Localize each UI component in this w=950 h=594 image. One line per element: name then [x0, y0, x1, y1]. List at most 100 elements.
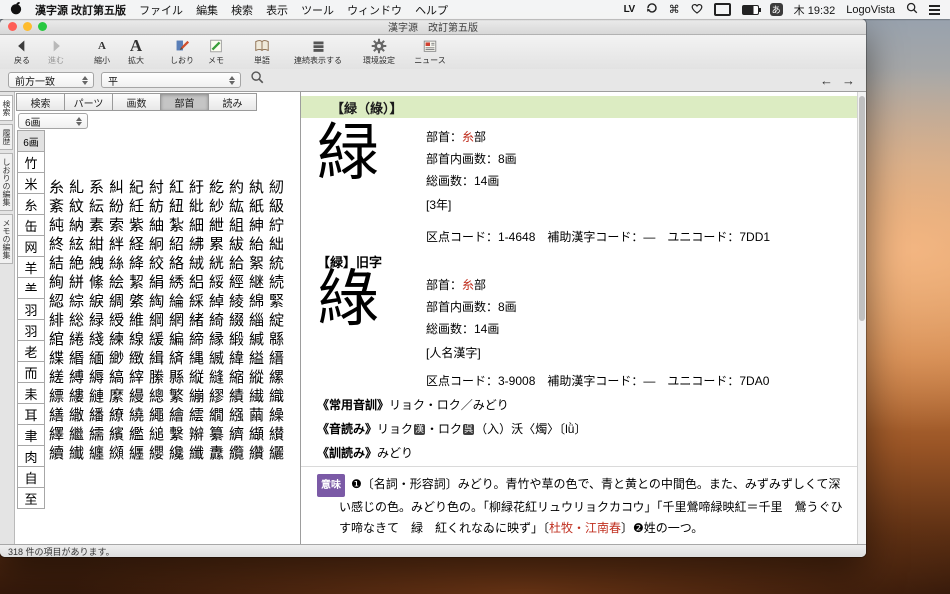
- word-button[interactable]: 単語: [246, 37, 278, 66]
- kanji-grid-row[interactable]: 綛綜綟綢綮綯綸綵綽綾綿緊: [49, 292, 299, 311]
- tab-kensaku[interactable]: 検索: [16, 93, 65, 111]
- kanji-grid-row[interactable]: 緋総緑綬維綱網緒綺綴緇綻: [49, 311, 299, 330]
- menu-item-file[interactable]: ファイル: [139, 2, 183, 18]
- joyo-body: リョク・ロク／みどり: [389, 398, 509, 412]
- news-button[interactable]: ニュース: [414, 37, 446, 66]
- zoom-in-button[interactable]: A 拡大: [120, 36, 152, 66]
- kanji-grid-row[interactable]: 繹繼繻繽繿縋繫辮纂纃纈纉: [49, 425, 299, 444]
- brand-menu-item[interactable]: LogoVista: [846, 4, 895, 16]
- side-tab-history[interactable]: 履歴: [0, 124, 13, 150]
- on-reading: ・ロク: [426, 422, 463, 436]
- radical-item[interactable]: 米: [17, 172, 45, 194]
- kanji-grid-row[interactable]: 絢絣絛絵絜絹綉絽綏經継続: [49, 273, 299, 292]
- display-icon[interactable]: [713, 3, 731, 16]
- search-query-dropdown[interactable]: 平: [101, 72, 241, 88]
- preferences-button[interactable]: 環境設定: [358, 37, 400, 66]
- tab-bushu[interactable]: 部首: [160, 93, 209, 111]
- strokes-in-radical: 部首内画数：8画: [426, 152, 517, 166]
- close-button[interactable]: [8, 22, 17, 31]
- bookmark-label: しおり: [170, 56, 194, 65]
- radical-label: 部首：: [426, 130, 463, 144]
- bookmark-button[interactable]: しおり: [166, 37, 198, 66]
- menu-item-search[interactable]: 検索: [231, 2, 253, 18]
- menu-item-edit[interactable]: 編集: [196, 2, 218, 18]
- total-strokes: 総画数：14画: [426, 322, 500, 336]
- minimize-button[interactable]: [23, 22, 32, 31]
- preferences-label: 環境設定: [363, 56, 395, 65]
- kanji-grid-row[interactable]: 綰綣綫練線緩編締縁緞緘緜: [49, 330, 299, 349]
- tab-parts[interactable]: パーツ: [64, 93, 113, 111]
- kanji-grid-row[interactable]: 續纎纏纐纒纓纔纖纛纜纘纚: [49, 444, 299, 463]
- menu-clock[interactable]: 木 19:32: [794, 2, 836, 18]
- kanji-grid-row[interactable]: 結絶絏絲絳絞絡絨絖給絮統: [49, 254, 299, 273]
- radical-item[interactable]: 羽: [17, 298, 45, 320]
- radical-item[interactable]: 而: [17, 361, 45, 383]
- continuous-display-button[interactable]: 連続表示する: [292, 37, 344, 66]
- sync-icon[interactable]: [646, 2, 658, 17]
- search-execute-button[interactable]: [250, 70, 265, 90]
- radical-item[interactable]: 耳: [17, 403, 45, 425]
- radical-item[interactable]: 老: [17, 340, 45, 362]
- radical-item[interactable]: 耒: [17, 382, 45, 404]
- kanji-grid-row[interactable]: 繕繖繙繚繞繩繪繧繝繦繭繰: [49, 406, 299, 425]
- menu-item-view[interactable]: 表示: [266, 2, 288, 18]
- kanji-grid-row[interactable]: 糸糺系糾紀紂紅紆紇約紈紉: [49, 178, 299, 197]
- command-icon[interactable]: ⌘: [669, 3, 680, 16]
- meaning-badge: 意味: [317, 474, 345, 497]
- tab-yomi[interactable]: 読み: [208, 93, 257, 111]
- battery-icon[interactable]: [741, 4, 761, 15]
- lv-status-icon[interactable]: LV: [624, 4, 636, 15]
- radical-item[interactable]: 竹: [17, 151, 45, 173]
- meaning-section: 意味 ❶〔名詞・形容詞〕みどり。青竹や草の色で、青と黄との中間色。また、みずみずし…: [317, 474, 850, 539]
- menu-item-window[interactable]: ウィンドウ: [347, 2, 402, 18]
- kanji-grid-row[interactable]: 終絃紺絆経絅紹紼累紱紿絀: [49, 235, 299, 254]
- apple-icon[interactable]: [10, 1, 22, 18]
- kanji-grid-row[interactable]: 縹縷縺縻縵總繁繃繆績繊織: [49, 387, 299, 406]
- radical-group-header: 6画: [17, 130, 45, 152]
- radical-item[interactable]: 缶: [17, 214, 45, 236]
- match-mode-dropdown[interactable]: 前方一致: [8, 72, 94, 88]
- kanji-grid-row[interactable]: 緤緡緬緲緻緝緕縄縅緯縊縉: [49, 349, 299, 368]
- kanji-grid-row[interactable]: 縒縛縟縞縡縢縣縦縫縮縱縲: [49, 368, 299, 387]
- radical-item[interactable]: 网: [17, 235, 45, 257]
- next-entry-button[interactable]: →: [842, 73, 855, 88]
- radical-item[interactable]: 自: [17, 466, 45, 488]
- prev-entry-button[interactable]: ←: [820, 73, 833, 88]
- radical-link[interactable]: 糸: [462, 278, 474, 292]
- back-button[interactable]: 戻る: [6, 37, 38, 66]
- tab-kakusu[interactable]: 画数: [112, 93, 161, 111]
- spotlight-icon[interactable]: [906, 2, 918, 17]
- notification-center-icon[interactable]: [929, 4, 940, 15]
- memo-button[interactable]: メモ: [200, 37, 232, 66]
- entry-scrollbar[interactable]: [857, 92, 866, 545]
- side-tab-memo-edit[interactable]: メモの編集: [0, 214, 13, 264]
- radical-item[interactable]: 羊: [17, 256, 45, 278]
- kanon-badge: 漢: [414, 424, 426, 435]
- kanji-grid-row[interactable]: 紊紋紜紛紝紡紐紕紗紘紙級: [49, 197, 299, 216]
- heart-icon[interactable]: [691, 3, 703, 17]
- zoom-out-button[interactable]: A 縮小: [86, 37, 118, 66]
- stroke-count-dropdown[interactable]: 6画: [18, 113, 88, 129]
- radical-link[interactable]: 糸: [462, 130, 474, 144]
- zoom-button[interactable]: [38, 22, 47, 31]
- radical-item[interactable]: 肉: [17, 445, 45, 467]
- radical-item[interactable]: 至: [17, 487, 45, 509]
- input-source-badge[interactable]: あ: [769, 3, 783, 16]
- dropdown-arrows-icon: [70, 116, 82, 126]
- menu-app-name[interactable]: 漢字源 改訂第五版: [35, 2, 126, 18]
- radical-item[interactable]: ⺷: [17, 277, 45, 299]
- forward-icon: [49, 37, 63, 55]
- radical-item[interactable]: 聿: [17, 424, 45, 446]
- scrollbar-thumb[interactable]: [859, 96, 865, 321]
- radical-item[interactable]: 羽: [17, 319, 45, 341]
- menu-item-help[interactable]: ヘルプ: [415, 2, 448, 18]
- window-title: 漢字源 改訂第五版: [388, 23, 478, 34]
- source-link[interactable]: 杜牧・江南春: [549, 521, 621, 535]
- radical-item[interactable]: 糸: [17, 193, 45, 215]
- side-tab-bookmark-edit[interactable]: しおりの編集: [0, 153, 13, 211]
- forward-button[interactable]: 進む: [40, 37, 72, 66]
- side-tab-search[interactable]: 検索: [0, 95, 13, 121]
- title-bar[interactable]: 漢字源 改訂第五版: [0, 19, 866, 35]
- menu-item-tools[interactable]: ツール: [301, 2, 334, 18]
- kanji-grid-row[interactable]: 純納素索紫紬紮細紲組紳紵: [49, 216, 299, 235]
